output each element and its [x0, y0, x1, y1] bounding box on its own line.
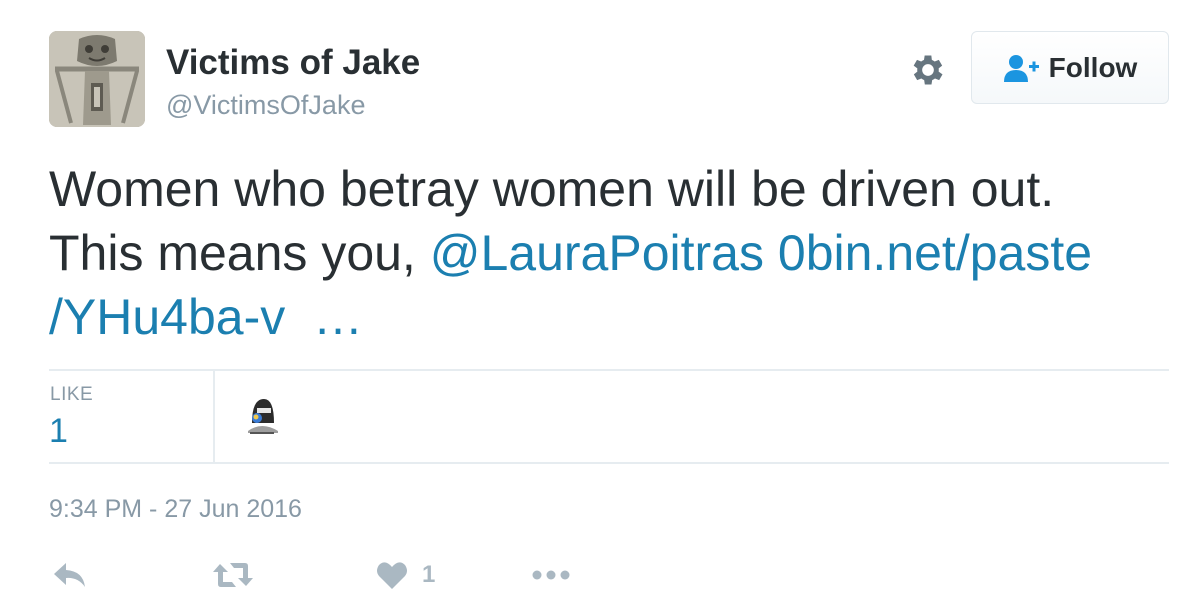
more-dots-icon: [532, 570, 570, 580]
author-avatar[interactable]: [49, 31, 145, 127]
gear-icon[interactable]: [908, 50, 948, 90]
reply-button[interactable]: [52, 555, 88, 595]
heart-icon: [377, 562, 407, 589]
url-ellipsis[interactable]: …: [313, 289, 363, 345]
stats-bottom-divider: [49, 462, 1169, 464]
retweet-button[interactable]: [212, 555, 254, 595]
carved-figure-image: [49, 31, 145, 127]
like-button[interactable]: 1: [376, 555, 435, 595]
liker-avatar[interactable]: [240, 393, 284, 437]
tweet-text-line1: Women who betray women will be driven ou…: [49, 161, 1055, 217]
tweet-text: Women who betray women will be driven ou…: [49, 157, 1174, 349]
masked-figure-image: [240, 393, 284, 437]
stats-separator: [213, 371, 215, 463]
tweet-timestamp[interactable]: 9:34 PM - 27 Jun 2016: [49, 495, 302, 524]
follow-label: Follow: [1048, 51, 1138, 83]
tweet-card: Victims of Jake @VictimsOfJake Follow Wo…: [0, 0, 1204, 613]
follow-button[interactable]: Follow: [971, 31, 1169, 104]
like-count: 1: [422, 561, 436, 588]
url-link-part1[interactable]: 0bin.net/paste: [778, 225, 1092, 281]
mention-link[interactable]: @LauraPoitras: [430, 225, 764, 281]
more-options-button[interactable]: [531, 555, 571, 595]
url-link-part2[interactable]: /YHu4ba-v: [49, 289, 285, 345]
likes-label[interactable]: LIKE: [50, 384, 93, 406]
tweet-text-prefix: This means you,: [49, 225, 430, 281]
stats-top-divider: [49, 369, 1169, 371]
author-display-name[interactable]: Victims of Jake: [166, 43, 420, 83]
author-screen-name[interactable]: @VictimsOfJake: [166, 90, 365, 121]
user-plus-icon: [1003, 54, 1039, 82]
likes-count[interactable]: 1: [49, 412, 68, 451]
reply-icon: [54, 563, 85, 587]
retweet-icon: [213, 563, 253, 587]
